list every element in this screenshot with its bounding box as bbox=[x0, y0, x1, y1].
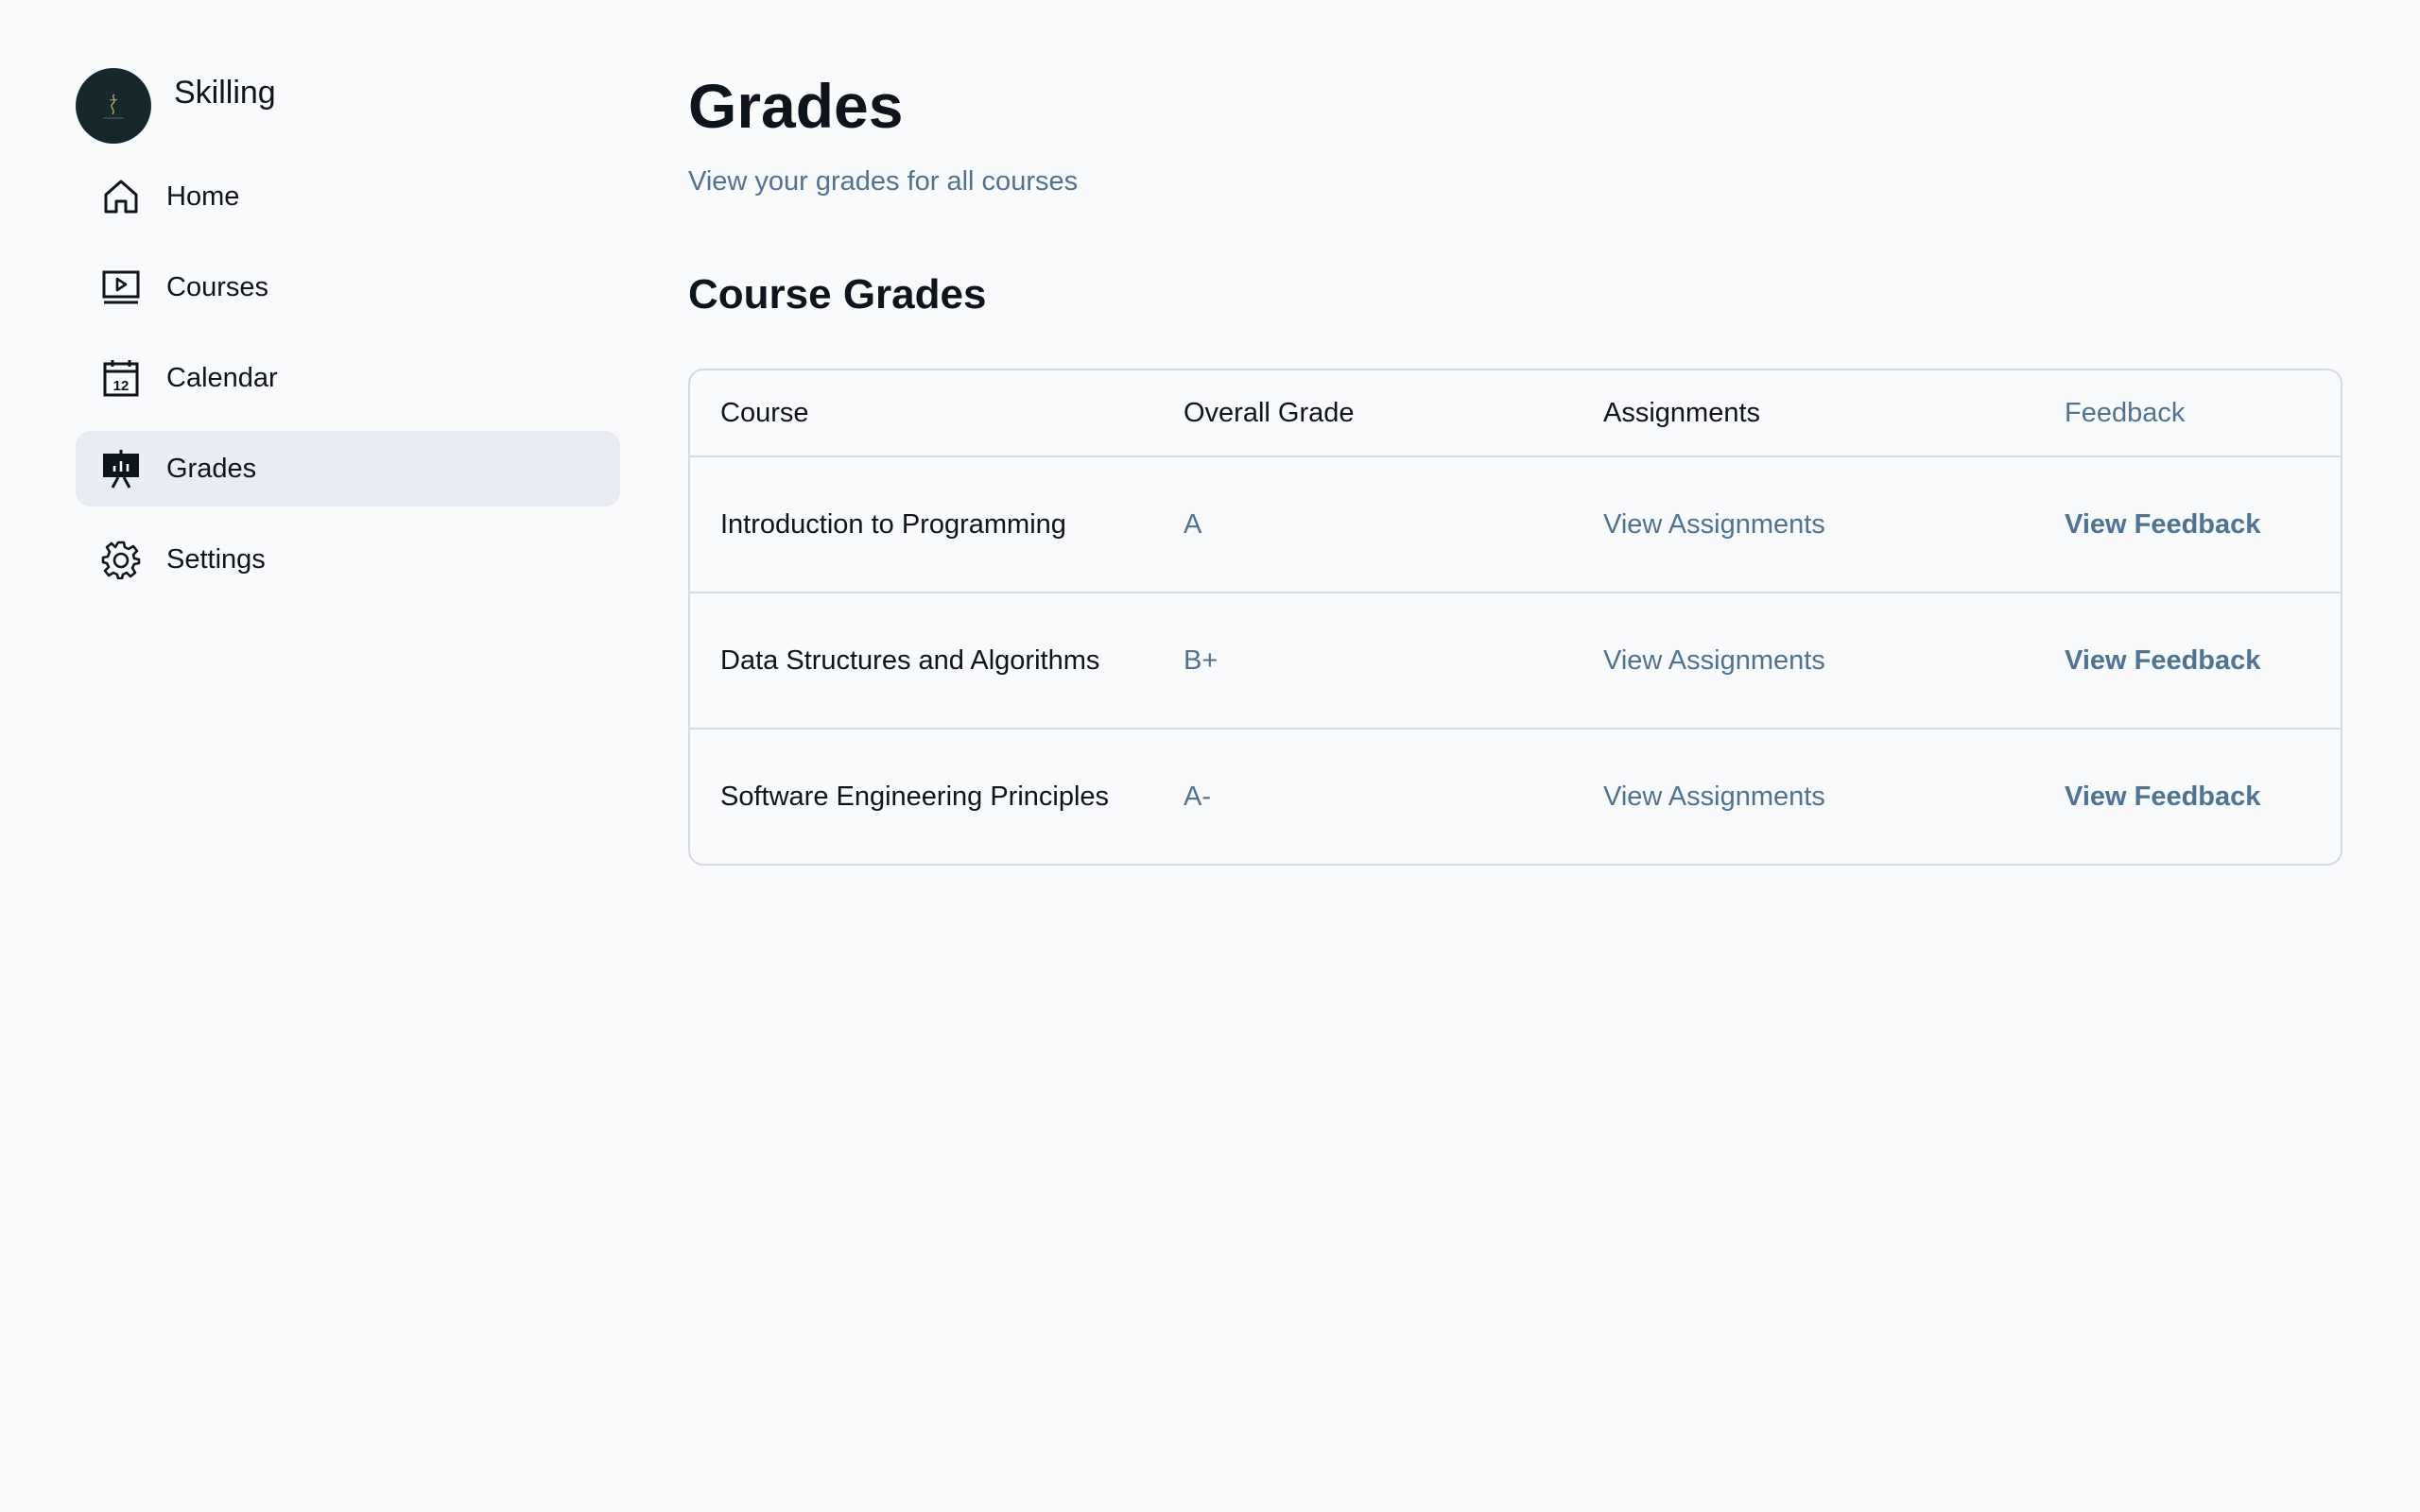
view-feedback-link[interactable]: View Feedback bbox=[2034, 593, 2341, 729]
sidebar-item-label: Grades bbox=[166, 453, 257, 484]
grades-table: Course Overall Grade Assignments Feedbac… bbox=[690, 370, 2341, 864]
brand-name: Skilling bbox=[174, 75, 276, 111]
table-row: Software Engineering Principles A- View … bbox=[690, 729, 2341, 864]
sidebar-item-label: Settings bbox=[166, 543, 266, 575]
sidebar: Skilling Home Courses 12 Calendar Grades… bbox=[76, 68, 620, 597]
gear-icon bbox=[100, 539, 142, 580]
table-row: Introduction to Programming A View Assig… bbox=[690, 456, 2341, 593]
table-row: Data Structures and Algorithms B+ View A… bbox=[690, 593, 2341, 729]
page-title: Grades bbox=[688, 71, 904, 141]
overall-grade: A bbox=[1184, 508, 1202, 540]
course-name: Software Engineering Principles bbox=[720, 781, 1110, 812]
sidebar-item-courses[interactable]: Courses bbox=[76, 249, 620, 325]
calendar-icon: 12 bbox=[100, 357, 142, 399]
overall-grade: A- bbox=[1184, 781, 1211, 812]
grades-table-container: Course Overall Grade Assignments Feedbac… bbox=[688, 369, 2342, 866]
sidebar-item-grades[interactable]: Grades bbox=[76, 431, 620, 507]
sidebar-item-label: Calendar bbox=[166, 362, 278, 393]
view-assignments-link[interactable]: View Assignments bbox=[1573, 593, 2034, 729]
view-assignments-link[interactable]: View Assignments bbox=[1573, 729, 2034, 864]
main-content: Grades View your grades for all courses … bbox=[688, 68, 2344, 866]
calendar-icon-day: 12 bbox=[113, 378, 130, 394]
brand-logo[interactable] bbox=[76, 68, 151, 144]
view-feedback-link[interactable]: View Feedback bbox=[2034, 729, 2341, 864]
logo-icon bbox=[103, 94, 124, 119]
table-header-row: Course Overall Grade Assignments Feedbac… bbox=[690, 370, 2341, 456]
page-subtitle: View your grades for all courses bbox=[688, 166, 1079, 197]
sidebar-item-settings[interactable]: Settings bbox=[76, 522, 620, 597]
course-name: Introduction to Programming bbox=[720, 508, 1066, 540]
sidebar-nav: Home Courses 12 Calendar Grades Settings bbox=[76, 159, 620, 597]
presentation-chart-icon bbox=[100, 448, 142, 490]
house-icon bbox=[100, 176, 142, 217]
app-root: Skilling Home Courses 12 Calendar Grades… bbox=[0, 0, 2420, 1512]
section-title: Course Grades bbox=[688, 271, 987, 318]
header-assignments: Assignments bbox=[1603, 397, 1761, 428]
sidebar-item-label: Courses bbox=[166, 271, 268, 302]
brand: Skilling bbox=[76, 68, 620, 144]
view-feedback-link[interactable]: View Feedback bbox=[2034, 456, 2341, 593]
overall-grade: B+ bbox=[1184, 644, 1219, 676]
view-assignments-link[interactable]: View Assignments bbox=[1573, 456, 2034, 593]
header-feedback: Feedback bbox=[2065, 397, 2186, 428]
header-overall-grade: Overall Grade bbox=[1184, 397, 1355, 428]
header-course: Course bbox=[720, 397, 809, 428]
sidebar-item-home[interactable]: Home bbox=[76, 159, 620, 234]
sidebar-item-label: Home bbox=[166, 180, 240, 212]
monitor-play-icon bbox=[100, 266, 142, 308]
sidebar-item-calendar[interactable]: 12 Calendar bbox=[76, 340, 620, 416]
course-name: Data Structures and Algorithms bbox=[720, 644, 1100, 676]
